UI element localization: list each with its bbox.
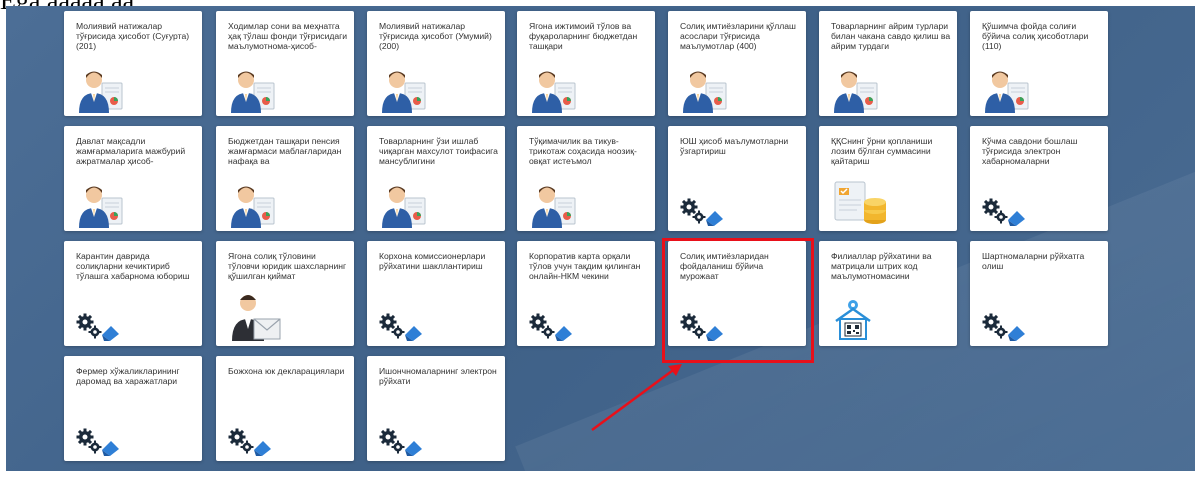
tile-own-production-category[interactable]: Товарларнинг ўзи ишлаб чиқарган махсулот…: [367, 126, 505, 231]
tile-label: Тўқимачилик ва тикув-трикотаж соҳасида н…: [529, 136, 637, 166]
tile-farm-income-expenses[interactable]: Фермер хўжаликларининг даромад ва хаража…: [64, 356, 202, 461]
gears-icon: [76, 428, 120, 456]
gears-icon: [228, 428, 272, 456]
tile-label: Бюджетдан ташқари пенсия жамғармаси мабл…: [228, 136, 342, 166]
tile-commissioners-list[interactable]: Корхона комиссионерлари рўйхатини шаклла…: [367, 241, 505, 346]
tile-label: Божхона юк декларациялари: [228, 366, 345, 376]
person-document-icon: [230, 69, 276, 113]
tile-label: Ишончномаларнинг электрон рўйхати: [379, 366, 497, 386]
tile-label: Қўшимча фойда солиғи бўйича солиқ ҳисобо…: [982, 21, 1089, 51]
tile-vat-refund[interactable]: ҚҚСнинг ўрни қопланиши лозим бўлган сумм…: [819, 126, 957, 231]
tile-label: Молиявий натижалар тўғрисида ҳисобот (Ум…: [379, 21, 492, 51]
gears-icon: [982, 198, 1026, 226]
person-mail-icon: [232, 295, 281, 341]
coins-document-icon: [834, 181, 886, 224]
tile-state-funds[interactable]: Давлат мақсадли жамғармаларига мажбурий …: [64, 126, 202, 231]
person-document-icon: [984, 69, 1030, 113]
tile-label: Ходимлар сони ва меҳнатга ҳақ тўлаш фонд…: [228, 21, 348, 51]
tile-label: Филиаллар рўйхатини ва матрицали штрих к…: [831, 251, 932, 281]
gears-icon: [379, 313, 423, 341]
gears-icon: [76, 313, 120, 341]
gears-icon: [680, 198, 724, 226]
person-document-icon: [381, 69, 427, 113]
tile-label: Ягона солиқ тўловини тўловчи юридик шахс…: [228, 251, 347, 281]
tile-label: ЮШ ҳисоб маълумотларни ўзгартириш: [680, 136, 789, 156]
person-document-icon: [381, 184, 427, 228]
person-document-icon: [78, 184, 124, 228]
person-document-icon: [230, 184, 276, 228]
tile-corporate-card-receipt[interactable]: Корпоратив карта орқали тўлов учун тақди…: [517, 241, 655, 346]
tile-legal-entity-data-change[interactable]: ЮШ ҳисоб маълумотларни ўзгартириш: [668, 126, 806, 231]
tile-label: Товарларнинг айрим турлари билан чакана …: [831, 21, 951, 51]
tile-financial-results-general[interactable]: Молиявий натижалар тўғрисида ҳисобот (Ум…: [367, 11, 505, 116]
tile-pension-fund[interactable]: Бюджетдан ташқари пенсия жамғармаси мабл…: [216, 126, 354, 231]
tile-label: Давлат мақсадли жамғармаларига мажбурий …: [76, 136, 186, 166]
arrow-icon: [591, 364, 682, 432]
tile-tax-benefits-info[interactable]: Солиқ имтиёзларини қўллаш асослари тўғри…: [668, 11, 806, 116]
tile-label: ҚҚСнинг ўрни қопланиши лозим бўлган сумм…: [831, 136, 933, 166]
person-document-icon: [682, 69, 728, 113]
tile-customs-declarations[interactable]: Божхона юк декларациялари: [216, 356, 354, 461]
person-document-icon: [78, 69, 124, 113]
gears-icon: [379, 428, 423, 456]
tile-label: Фермер хўжаликларининг даромад ва хаража…: [76, 366, 180, 386]
tile-single-tax-payers[interactable]: Ягона солиқ тўловини тўловчи юридик шахс…: [216, 241, 354, 346]
tile-quarantine-deferral[interactable]: Карантин даврида солиқларни кечиктириб т…: [64, 241, 202, 346]
tile-mobile-trade-notice[interactable]: Кўчма савдони бошлаш тўғрисида электрон …: [970, 126, 1108, 231]
gears-icon: [529, 313, 573, 341]
tile-textile-sector[interactable]: Тўқимачилик ва тикув-трикотаж соҳасида н…: [517, 126, 655, 231]
tile-contracts-registration[interactable]: Шартномаларни рўйхатга олиш: [970, 241, 1108, 346]
tile-employees-payroll-report[interactable]: Ходимлар сони ва меҳнатга ҳақ тўлаш фонд…: [216, 11, 354, 116]
tile-power-of-attorney-list[interactable]: Ишончномаларнинг электрон рўйхати: [367, 356, 505, 461]
tile-financial-results-insurance[interactable]: Молиявий натижалар тўғрисида ҳисобот (Су…: [64, 11, 202, 116]
tile-label: Корпоратив карта орқали тўлов учун тақди…: [529, 251, 641, 281]
tile-label: Кўчма савдони бошлаш тўғрисида электрон …: [982, 136, 1078, 166]
tile-label: Шартномаларни рўйхатга олиш: [982, 251, 1085, 271]
tile-social-payment[interactable]: Ягона ижтимоий тўлов ва фуқароларнинг бю…: [517, 11, 655, 116]
tile-label: Ягона ижтимоий тўлов ва фуқароларнинг бю…: [529, 21, 638, 51]
person-document-icon: [833, 69, 879, 113]
tile-label: Молиявий натижалар тўғрисида ҳисобот (Су…: [76, 21, 190, 51]
building-qr-icon: [835, 300, 871, 340]
tile-retail-trade[interactable]: Товарларнинг айрим турлари билан чакана …: [819, 11, 957, 116]
tile-label: Корхона комиссионерлари рўйхатини шаклла…: [379, 251, 486, 271]
gears-icon: [982, 313, 1026, 341]
tile-branches-barcode[interactable]: Филиаллар рўйхатини ва матрицали штрих к…: [819, 241, 957, 346]
tile-label: Солиқ имтиёзларини қўллаш асослари тўғри…: [680, 21, 796, 51]
person-document-icon: [531, 184, 577, 228]
tile-label: Карантин даврида солиқларни кечиктириб т…: [76, 251, 190, 281]
person-document-icon: [531, 69, 577, 113]
tile-label: Товарларнинг ўзи ишлаб чиқарган махсулот…: [379, 136, 498, 166]
highlight-box: [662, 238, 814, 363]
tile-additional-profit-tax[interactable]: Қўшимча фойда солиғи бўйича солиқ ҳисобо…: [970, 11, 1108, 116]
